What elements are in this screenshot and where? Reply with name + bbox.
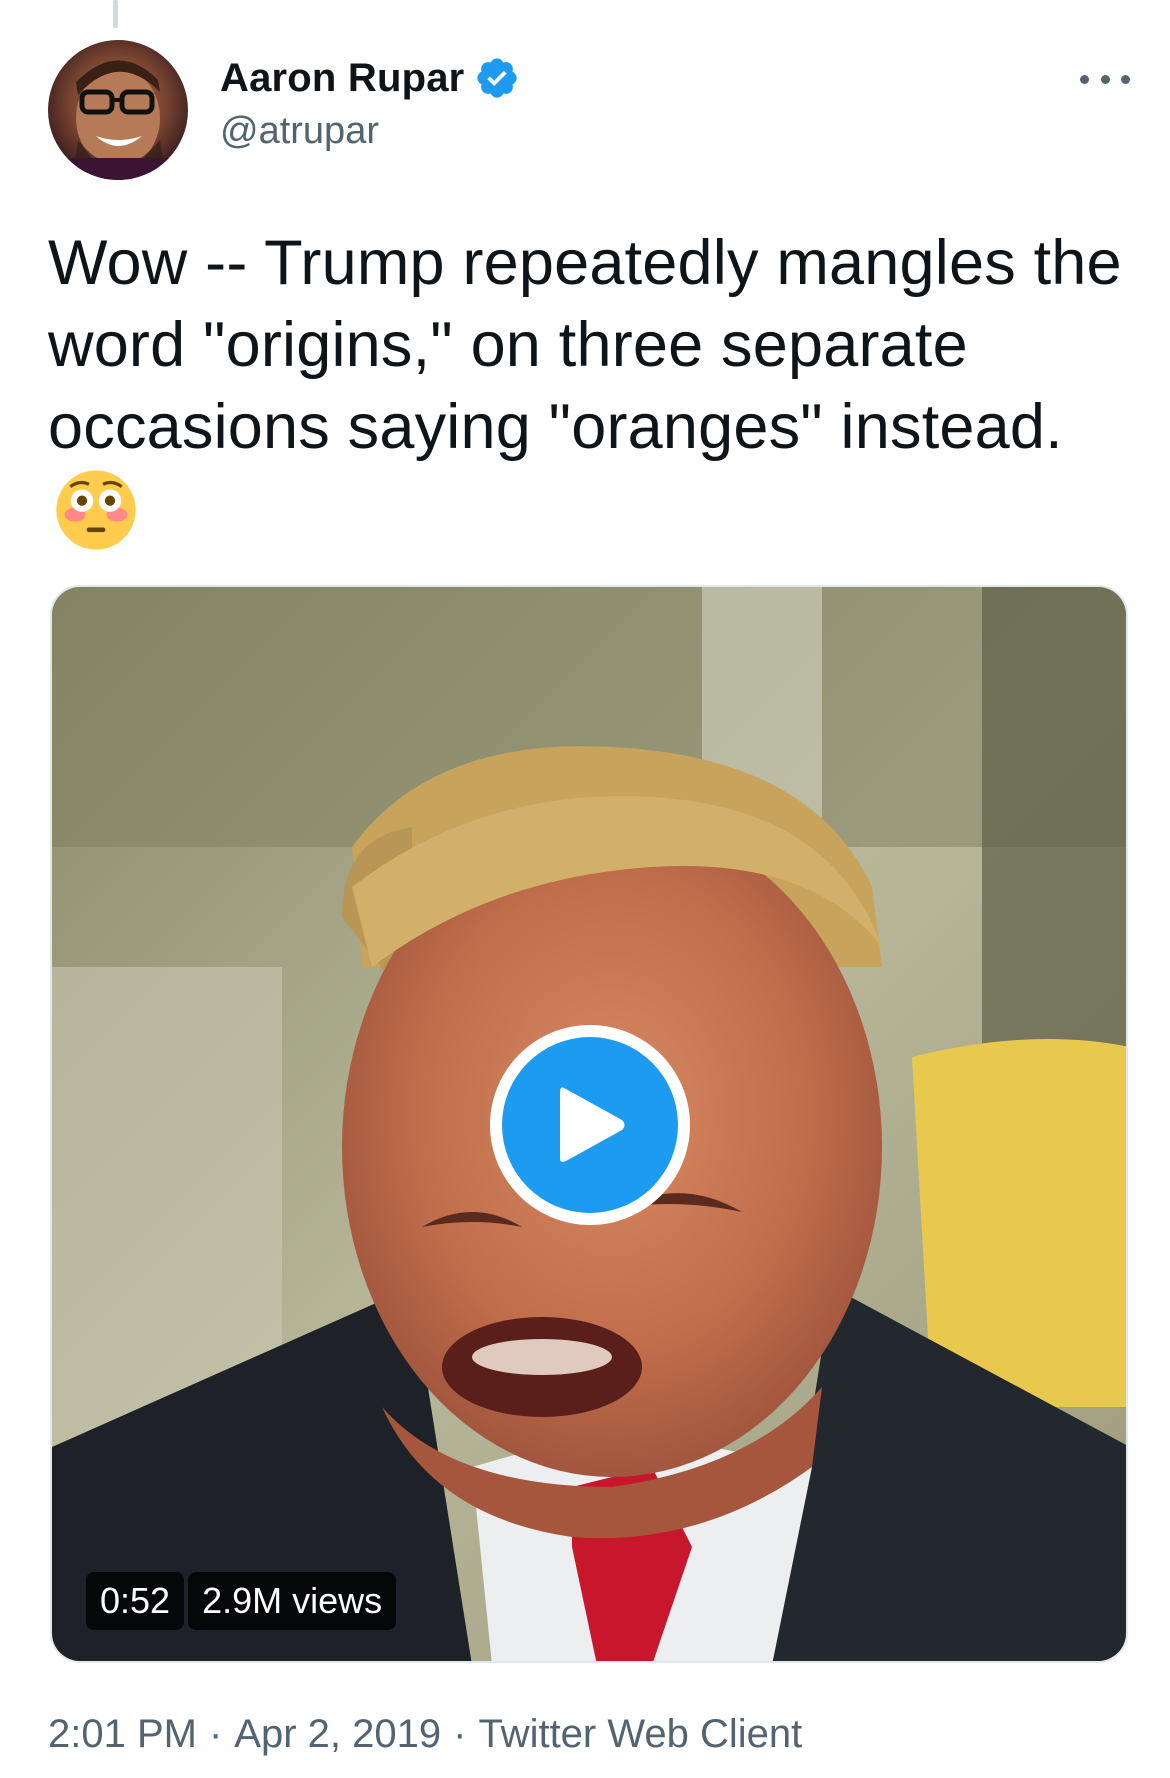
author-handle[interactable]: @atrupar [220, 110, 520, 153]
meta-separator: · [208, 1712, 223, 1756]
tweet-text: Wow -- Trump repeatedly mangles the word… [48, 222, 1128, 552]
verified-badge-icon [477, 58, 518, 98]
meta-separator: · [453, 1712, 467, 1756]
tweet-client[interactable]: Twitter Web Client [478, 1712, 802, 1756]
author-display-name[interactable]: Aaron Rupar [220, 56, 464, 101]
video-views-badge: 2.9M views [188, 1572, 397, 1630]
author-info: Aaron Rupar @atrupar [220, 48, 520, 153]
flushed-face-emoji-icon [56, 470, 136, 550]
video-duration-badge: 0:52 [86, 1572, 185, 1630]
avatar-photo [48, 60, 188, 180]
more-options-icon[interactable] [1080, 64, 1130, 94]
tweet-time[interactable]: 2:01 PM [48, 1712, 197, 1756]
tweet-text-body: Wow -- Trump repeatedly mangles the word… [48, 228, 1122, 462]
video-badges: 0:52 2.9M views [86, 1572, 400, 1630]
thread-connector-line [113, 0, 118, 28]
tweet-date[interactable]: Apr 2, 2019 [234, 1712, 441, 1756]
play-button[interactable] [490, 1025, 690, 1225]
avatar[interactable] [48, 40, 188, 180]
tweet-metadata: 2:01 PM · Apr 2, 2019 · Twitter Web Client [48, 1712, 802, 1757]
video-player[interactable]: 0:52 2.9M views [50, 585, 1128, 1663]
play-icon [560, 1087, 625, 1162]
